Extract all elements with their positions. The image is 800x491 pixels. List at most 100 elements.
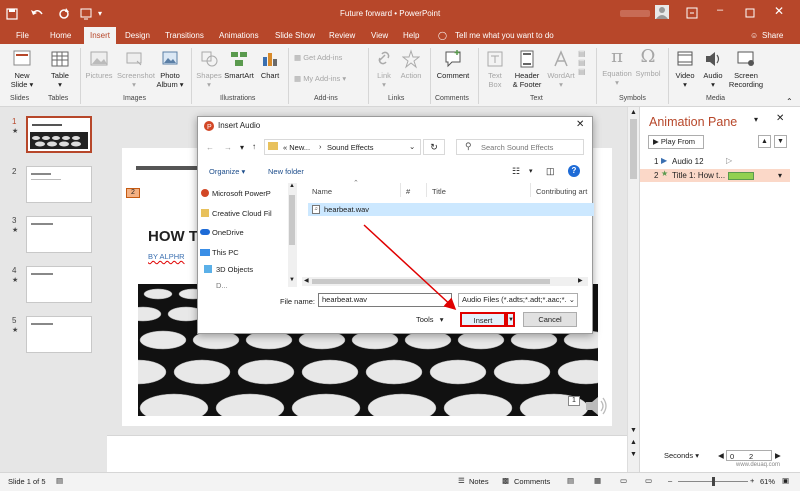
tab-home[interactable]: Home xyxy=(50,27,71,44)
file-list-hscrollbar[interactable]: ◀ ▶ xyxy=(302,277,588,286)
nav-item-desktop[interactable]: D... xyxy=(216,281,228,290)
action-button[interactable]: Action xyxy=(398,49,424,80)
file-row[interactable]: ♫ hearbeat.wav xyxy=(308,203,594,216)
audio-speaker-icon[interactable] xyxy=(584,394,610,418)
dialog-close-icon[interactable]: ✕ xyxy=(576,119,584,130)
maximize-icon[interactable] xyxy=(745,8,755,18)
breadcrumb-parent[interactable]: « New... xyxy=(283,143,310,152)
comment-button[interactable]: Comment xyxy=(434,49,472,80)
tab-file[interactable]: File xyxy=(16,27,29,44)
undo-icon[interactable] xyxy=(30,8,44,20)
tell-me-box[interactable]: Tell me what you want to do xyxy=(455,27,554,44)
slide-byline[interactable]: BY ALPHR xyxy=(148,252,185,261)
zoom-level[interactable]: 61% xyxy=(760,477,775,486)
customize-toolbar-icon[interactable]: ▾ xyxy=(98,9,102,18)
collapse-ribbon-icon[interactable]: ⌃ xyxy=(786,97,793,106)
cancel-button[interactable]: Cancel xyxy=(523,312,577,327)
tab-review[interactable]: Review xyxy=(329,27,355,44)
nav-item-creative-cloud[interactable]: Creative Cloud Fil xyxy=(212,209,272,218)
notes-button[interactable]: Notes xyxy=(469,477,489,486)
screenshot-button[interactable]: Screenshot ▾ xyxy=(117,49,155,89)
breadcrumb-current[interactable]: Sound Effects xyxy=(327,143,374,152)
pane-options-icon[interactable]: ▾ xyxy=(754,115,758,124)
normal-view-icon[interactable]: ▤ xyxy=(567,476,574,485)
pictures-button[interactable]: Pictures xyxy=(84,49,114,80)
hscroll-right-icon[interactable]: ▶ xyxy=(578,277,583,284)
audio-button[interactable]: Audio ▾ xyxy=(700,49,726,89)
tab-animations[interactable]: Animations xyxy=(219,27,259,44)
zoom-out-icon[interactable]: – xyxy=(668,476,672,485)
minimize-icon[interactable]: – xyxy=(717,4,723,16)
column-contributing-artist[interactable]: Contributing art xyxy=(536,187,592,196)
column-track-number[interactable]: # xyxy=(406,187,410,196)
header-footer-button[interactable]: Header & Footer xyxy=(510,49,544,89)
animation-item-1[interactable]: 1 ▶ Audio 12 ▷ xyxy=(640,156,800,169)
tab-help[interactable]: Help xyxy=(403,27,419,44)
next-slide-icon[interactable]: ▼ xyxy=(630,451,637,458)
recent-locations-icon[interactable]: ▾ xyxy=(240,143,244,152)
shapes-button[interactable]: Shapes ▾ xyxy=(195,49,223,89)
new-slide-button[interactable]: New Slide ▾ xyxy=(8,49,36,89)
start-from-beginning-icon[interactable] xyxy=(80,8,92,20)
spellcheck-icon[interactable]: ▤ xyxy=(56,476,63,485)
nav-item-3d-objects[interactable]: 3D Objects xyxy=(216,265,253,274)
slide-show-icon[interactable]: ▭ xyxy=(645,476,652,485)
tab-transitions[interactable]: Transitions xyxy=(165,27,204,44)
hscroll-thumb[interactable] xyxy=(312,279,550,284)
scroll-down-arrow-icon[interactable]: ▼ xyxy=(630,427,637,434)
comments-button[interactable]: Comments xyxy=(514,477,550,486)
column-title[interactable]: Title xyxy=(432,187,446,196)
zoom-slider-thumb[interactable] xyxy=(712,477,715,486)
slide-thumbnail-2[interactable] xyxy=(26,166,92,203)
chart-button[interactable]: Chart xyxy=(257,49,283,80)
hscroll-left-icon[interactable]: ◀ xyxy=(304,277,309,284)
search-input[interactable]: ⚲ Search Sound Effects xyxy=(456,139,584,155)
tab-design[interactable]: Design xyxy=(125,27,150,44)
animation-item-2[interactable]: 2 ★ Title 1: How t... ▾ xyxy=(640,169,790,182)
slide-scrollbar[interactable]: ▲ ▼ ▲ ▼ xyxy=(627,107,639,472)
nav-item-microsoft-powerpoint[interactable]: Microsoft PowerP xyxy=(212,189,271,198)
fit-to-window-icon[interactable]: ▣ xyxy=(782,476,789,485)
forward-arrow-icon[interactable]: → xyxy=(224,143,232,152)
wordart-button[interactable]: WordArt ▾ xyxy=(546,49,576,89)
save-icon[interactable] xyxy=(6,8,18,20)
redo-icon[interactable] xyxy=(58,8,70,20)
screen-recording-button[interactable]: Screen Recording xyxy=(728,49,764,89)
slide-thumbnail-3[interactable] xyxy=(26,216,92,253)
text-more-button[interactable]: ▤ ▤ ▤ xyxy=(578,49,586,89)
help-icon[interactable]: ? xyxy=(568,165,580,177)
scroll-up-arrow-icon[interactable]: ▲ xyxy=(630,109,637,116)
nav-item-this-pc[interactable]: This PC xyxy=(212,248,239,257)
slide-title[interactable]: HOW T xyxy=(148,228,198,245)
file-name[interactable]: hearbeat.wav xyxy=(324,205,369,214)
view-options-icon[interactable]: ☷ xyxy=(512,166,520,177)
slide-thumbnail-5[interactable] xyxy=(26,316,92,353)
reading-view-icon[interactable]: ▭ xyxy=(620,476,627,485)
text-box-button[interactable]: Text Box xyxy=(482,49,508,89)
nav-scroll-down-icon[interactable]: ▼ xyxy=(289,277,295,283)
organize-button[interactable]: Organize ▾ xyxy=(209,167,245,176)
slide-thumbnail-1[interactable] xyxy=(26,116,92,153)
nav-scroll-up-icon[interactable]: ▲ xyxy=(289,183,295,189)
account-name[interactable] xyxy=(620,10,650,17)
ribbon-display-options-icon[interactable] xyxy=(686,7,698,19)
timeline-ruler[interactable]: 02 xyxy=(726,450,772,461)
tools-button[interactable]: Tools ▾ xyxy=(416,315,444,324)
scroll-thumb[interactable] xyxy=(630,119,637,179)
equation-button[interactable]: π Equation ▾ xyxy=(600,47,634,88)
play-from-button[interactable]: ▶ Play From xyxy=(648,135,704,149)
symbol-button[interactable]: Ω Symbol xyxy=(634,47,662,79)
previous-slide-icon[interactable]: ▲ xyxy=(630,439,637,446)
close-window-icon[interactable]: ✕ xyxy=(774,4,784,18)
preview-pane-icon[interactable]: ◫ xyxy=(546,166,555,177)
close-pane-icon[interactable]: ✕ xyxy=(776,113,784,124)
back-arrow-icon[interactable]: ← xyxy=(206,143,214,152)
video-button[interactable]: Video ▾ xyxy=(672,49,698,89)
move-down-button[interactable]: ▼ xyxy=(774,135,787,148)
share-icon[interactable]: ☺ xyxy=(750,27,758,44)
get-addins-button[interactable]: ▦ Get Add-ins xyxy=(294,53,342,62)
tab-slide-show[interactable]: Slide Show xyxy=(275,27,315,44)
move-up-button[interactable]: ▲ xyxy=(758,135,771,148)
timeline-scroll-left-icon[interactable]: ◀ xyxy=(718,451,724,460)
nav-item-onedrive[interactable]: OneDrive xyxy=(212,228,244,237)
